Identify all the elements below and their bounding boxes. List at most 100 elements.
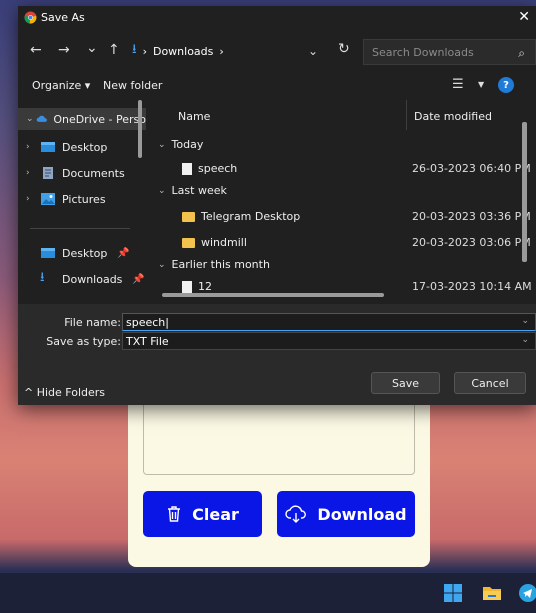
sidebar-item-desktop[interactable]: › Desktop [18, 136, 146, 158]
hide-folders-button[interactable]: ^ Hide Folders [24, 386, 105, 399]
desktop-icon [41, 142, 55, 152]
pin-icon[interactable]: 📌 [117, 248, 129, 259]
address-folder[interactable]: Downloads [153, 45, 213, 58]
download-icon: ⭳ [40, 270, 45, 285]
chevron-down-icon[interactable]: ⌄ [521, 335, 529, 345]
group-header-today[interactable]: ⌄ Today [158, 138, 203, 151]
sidebar-item-onedrive[interactable]: ⌄ OneDrive - Perso [18, 108, 146, 130]
telegram-icon[interactable] [518, 583, 536, 603]
folder-row[interactable]: windmill 20-03-2023 03:06 PM [152, 232, 536, 254]
sidebar-scrollbar[interactable] [138, 100, 142, 158]
sidebar-item-pictures[interactable]: › Pictures [18, 188, 146, 210]
chevron-down-icon[interactable]: ▼ [478, 80, 484, 89]
save-as-dialog: Save As ✕ ← → ⌄ ↑ ⭳ › Downloads › ⌄ ↻ Se… [18, 6, 536, 405]
search-icon: ⌕ [518, 46, 525, 60]
sidebar-item-quick-desktop[interactable]: Desktop 📌 [18, 242, 146, 264]
new-folder-button[interactable]: New folder [103, 79, 162, 92]
text-area[interactable] [143, 395, 415, 475]
chevron-right-icon[interactable]: › [26, 142, 40, 152]
file-date: 26-03-2023 06:40 PM [412, 162, 531, 175]
clear-button[interactable]: Clear [143, 491, 262, 537]
file-row[interactable]: speech 26-03-2023 06:40 PM [152, 158, 536, 180]
chevron-down-icon: ⌄ [158, 185, 166, 196]
column-divider[interactable] [406, 100, 407, 130]
save-as-type-label: Save as type: [46, 335, 121, 348]
windows-start-icon[interactable] [443, 583, 463, 603]
sidebar-item-label: OneDrive - Perso [53, 112, 146, 126]
file-icon [182, 162, 192, 175]
sidebar-item-quick-downloads[interactable]: ⭳ Downloads 📌 [18, 268, 146, 290]
back-icon[interactable]: ← [30, 42, 42, 58]
sidebar-item-label: Pictures [62, 192, 106, 206]
group-header-last-week[interactable]: ⌄ Last week [158, 184, 227, 197]
chevron-down-icon[interactable]: ⌄ [521, 316, 529, 326]
file-date: 20-03-2023 03:36 PM [412, 210, 531, 223]
file-date: 17-03-2023 10:14 AM [412, 280, 532, 293]
file-name-input[interactable]: speech| ⌄ [122, 313, 536, 331]
organize-menu[interactable]: Organize ▾ [32, 79, 90, 92]
group-header-earlier-this-month[interactable]: ⌄ Earlier this month [158, 258, 270, 271]
address-separator: › [142, 44, 147, 58]
sidebar-item-label: Documents [62, 166, 125, 180]
chevron-up-icon: ^ [24, 386, 34, 399]
sidebar-item-label: Downloads [62, 272, 123, 286]
search-input[interactable]: Search Downloads ⌕ [363, 39, 536, 65]
group-label: Earlier this month [171, 258, 270, 271]
group-label: Today [171, 138, 204, 151]
column-header-date[interactable]: Date modified [414, 110, 492, 123]
hide-folders-label: Hide Folders [36, 386, 106, 399]
navigation-pane: ⌄ OneDrive - Perso › Desktop › Documents… [18, 100, 146, 304]
file-name-label: File name: [64, 316, 121, 329]
chevron-down-icon[interactable]: ⌄ [26, 114, 36, 124]
trash-icon [168, 506, 181, 522]
download-button[interactable]: Download [277, 491, 415, 537]
search-placeholder: Search Downloads [372, 46, 474, 59]
file-name: 12 [198, 280, 212, 293]
sidebar-item-documents[interactable]: › Documents [18, 162, 146, 184]
cloud-download-icon [285, 505, 307, 523]
save-as-type-value: TXT File [126, 335, 169, 348]
dialog-title: Save As [41, 11, 85, 24]
save-options-panel: File name: speech| ⌄ Save as type: TXT F… [18, 304, 536, 405]
file-name-value: speech [126, 316, 166, 329]
forward-icon[interactable]: → [58, 42, 70, 58]
folder-icon [182, 211, 195, 222]
download-label: Download [317, 504, 407, 524]
chevron-down-icon: ⌄ [158, 259, 166, 270]
save-button[interactable]: Save [371, 372, 440, 394]
column-header-name[interactable]: Name [178, 110, 210, 123]
refresh-icon[interactable]: ↻ [338, 41, 350, 57]
address-separator: › [219, 44, 224, 58]
sidebar-item-label: Desktop [62, 246, 108, 260]
file-explorer-icon[interactable] [482, 583, 502, 603]
folder-icon [182, 237, 195, 248]
sidebar-item-label: Desktop [62, 140, 108, 154]
toolbar: Organize ▾ New folder ☰ ▼ ? [18, 68, 536, 100]
chevron-right-icon[interactable]: › [26, 168, 40, 178]
pin-icon[interactable]: 📌 [132, 274, 144, 285]
file-list: Name Date modified ⌄ Today speech 26-03-… [152, 100, 536, 304]
desktop-icon [41, 248, 55, 258]
close-icon[interactable]: ✕ [518, 9, 530, 25]
group-label: Last week [171, 184, 227, 197]
view-options-icon[interactable]: ☰ [452, 77, 464, 92]
chevron-down-icon[interactable]: ⌄ [308, 44, 318, 58]
app-card: Clear Download [128, 395, 430, 567]
chevron-down-icon: ⌄ [158, 139, 166, 150]
folder-name: windmill [201, 236, 247, 249]
chevron-right-icon[interactable]: › [26, 194, 40, 204]
cancel-button[interactable]: Cancel [454, 372, 526, 394]
help-icon[interactable]: ? [498, 77, 514, 93]
pictures-icon [41, 193, 55, 205]
sidebar-divider [30, 228, 130, 229]
address-bar[interactable]: ⭳ › Downloads › [132, 39, 352, 63]
up-icon[interactable]: ↑ [108, 42, 120, 58]
chrome-icon [24, 11, 37, 24]
save-as-type-select[interactable]: TXT File ⌄ [122, 332, 536, 350]
vertical-scrollbar[interactable] [522, 122, 527, 262]
folder-row[interactable]: Telegram Desktop 20-03-2023 03:36 PM [152, 206, 536, 228]
recent-locations-icon[interactable]: ⌄ [86, 40, 98, 56]
horizontal-scrollbar[interactable] [162, 293, 384, 297]
navigation-bar: ← → ⌄ ↑ ⭳ › Downloads › ⌄ ↻ Search Downl… [18, 30, 536, 68]
file-icon [182, 280, 192, 293]
